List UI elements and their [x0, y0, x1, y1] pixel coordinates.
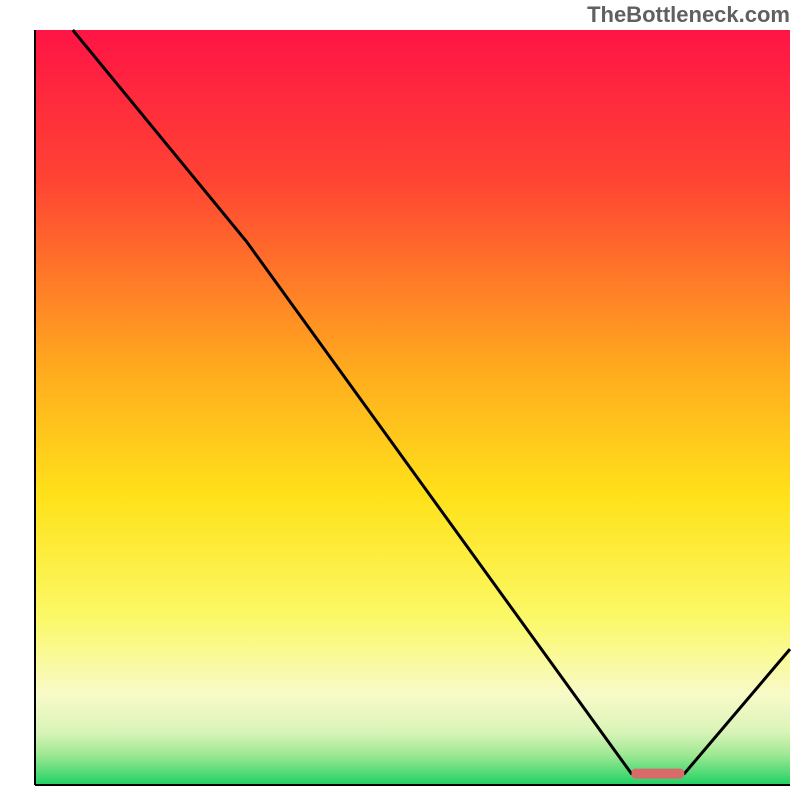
heat-gradient-background [35, 30, 790, 785]
optimum-band-marker [631, 769, 684, 779]
chart-svg [0, 0, 800, 800]
watermark-text: TheBottleneck.com [587, 2, 790, 28]
bottleneck-chart: TheBottleneck.com [0, 0, 800, 800]
